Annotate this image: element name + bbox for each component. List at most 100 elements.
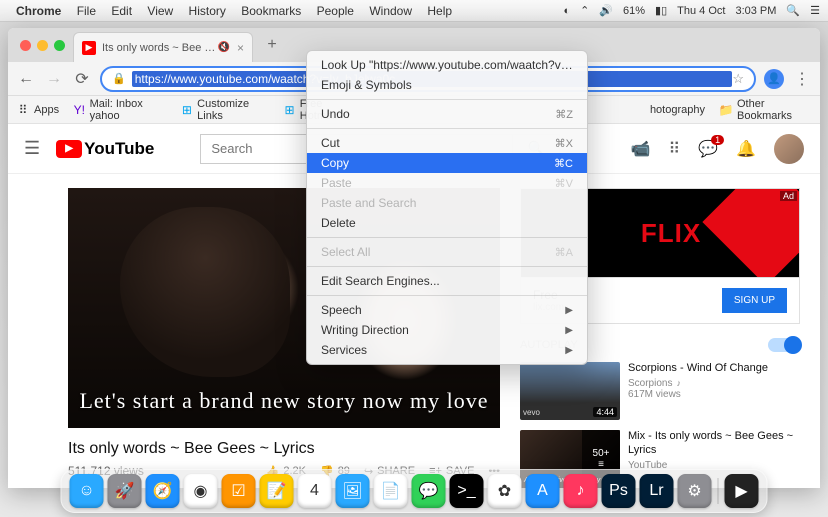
rec-thumbnail: vevo 4:44	[520, 362, 620, 420]
menubar-time[interactable]: 3:03 PM	[735, 5, 776, 17]
dock-app-safari[interactable]: 🧭	[146, 474, 180, 508]
user-avatar[interactable]	[774, 134, 804, 164]
apps-button[interactable]: ⠿Apps	[16, 103, 59, 117]
volume-icon[interactable]: 🔊	[599, 4, 613, 17]
submenu-arrow-icon: ▶	[565, 325, 573, 336]
chrome-menu-button[interactable]: ⋮	[792, 69, 812, 89]
reload-button[interactable]: ⟳	[72, 69, 92, 89]
dock-app-reminders[interactable]: ☑	[222, 474, 256, 508]
tab-title: Its only words ~ Bee Gees	[102, 42, 218, 54]
video-title: Its only words ~ Bee Gees ~ Lyrics	[68, 440, 500, 458]
dock-app-lightroom[interactable]: Lr	[640, 474, 674, 508]
bookmark-photography[interactable]: hotography	[650, 104, 705, 116]
header-actions: 📹 ⠿ 💬1 🔔	[631, 134, 804, 164]
close-window-button[interactable]	[20, 40, 31, 51]
status-cloud-icon[interactable]: ◐	[563, 5, 570, 17]
menu-undo[interactable]: Undo⌘Z	[307, 104, 587, 124]
menu-help[interactable]: Help	[427, 4, 452, 18]
dock-app-appstore[interactable]: A	[526, 474, 560, 508]
rec-channel: Scorpions♪	[628, 378, 800, 389]
dock-app-media-player[interactable]: ▶	[725, 474, 759, 508]
profile-button[interactable]: 👤	[764, 69, 784, 89]
menu-edit-engines[interactable]: Edit Search Engines...	[307, 271, 587, 291]
dock-app-messages[interactable]: 💬	[412, 474, 446, 508]
create-video-icon[interactable]: 📹	[631, 139, 651, 159]
rec-title: Mix - Its only words ~ Bee Gees ~ Lyrics	[628, 430, 800, 458]
macos-dock: ☺🚀🧭◉☑📝4🖼📄💬>_✿A♪PsLr⚙ ▶	[61, 469, 768, 513]
menu-view[interactable]: View	[147, 4, 173, 18]
dock-app-terminal[interactable]: >_	[450, 474, 484, 508]
autoplay-toggle[interactable]	[768, 338, 800, 352]
maximize-window-button[interactable]	[54, 40, 65, 51]
dock-app-preview[interactable]: 🖼	[336, 474, 370, 508]
apps-grid-icon[interactable]: ⠿	[668, 139, 680, 159]
menu-window[interactable]: Window	[369, 4, 412, 18]
menu-edit[interactable]: Edit	[111, 4, 132, 18]
youtube-logo[interactable]: ▶ YouTube	[56, 139, 154, 159]
hotmail-icon: ⊞	[283, 103, 296, 117]
context-menu: Look Up "https://www.youtube.com/waatch?…	[306, 50, 588, 365]
bookmark-customize[interactable]: ⊞Customize Links	[181, 98, 270, 122]
back-button[interactable]: ←	[16, 69, 36, 89]
rec-views: 617M views	[628, 389, 800, 400]
bookmark-mail[interactable]: Y!Mail: Inbox yahoo	[73, 98, 167, 122]
youtube-play-icon: ▶	[56, 140, 82, 158]
menu-file[interactable]: File	[77, 4, 96, 18]
other-bookmarks-button[interactable]: 📁Other Bookmarks	[719, 98, 812, 122]
bookmark-star-icon[interactable]: ☆	[732, 71, 744, 87]
dock-app-notes[interactable]: 📝	[260, 474, 294, 508]
menu-copy[interactable]: Copy⌘C	[307, 153, 587, 173]
windows-icon: ⊞	[181, 103, 194, 117]
menu-services[interactable]: Services▶	[307, 340, 587, 360]
menu-delete[interactable]: Delete	[307, 213, 587, 233]
browser-tab-active[interactable]: ▶ Its only words ~ Bee Gees 🔇 ×	[73, 32, 253, 62]
menu-history[interactable]: History	[189, 4, 226, 18]
spotlight-icon[interactable]: 🔍	[786, 4, 800, 17]
tab-close-icon[interactable]: ×	[237, 41, 244, 55]
duration-badge: 4:44	[593, 407, 617, 417]
menu-people[interactable]: People	[317, 4, 354, 18]
forward-button[interactable]: →	[44, 69, 64, 89]
menubar-date[interactable]: Thu 4 Oct	[677, 5, 725, 17]
apps-icon: ⠿	[16, 103, 30, 117]
menu-lookup[interactable]: Look Up "https://www.youtube.com/waatch?…	[307, 55, 587, 75]
menu-speech[interactable]: Speech▶	[307, 300, 587, 320]
dock-app-finder[interactable]: ☺	[70, 474, 104, 508]
tab-audio-icon[interactable]: 🔇	[218, 42, 230, 53]
battery-text: 61%	[623, 5, 645, 17]
ad-signup-button[interactable]: SIGN UP	[722, 288, 787, 313]
submenu-arrow-icon: ▶	[565, 345, 573, 356]
menu-cut[interactable]: Cut⌘X	[307, 133, 587, 153]
control-center-icon[interactable]: ☰	[810, 4, 820, 17]
recommendation-item[interactable]: vevo 4:44 Scorpions - Wind Of Change Sco…	[520, 362, 800, 420]
vevo-badge: vevo	[523, 408, 540, 417]
wifi-icon[interactable]: ⌃	[580, 4, 589, 17]
notifications-bell-icon[interactable]: 🔔	[736, 139, 756, 159]
hamburger-icon[interactable]: ☰	[24, 138, 40, 159]
music-note-icon: ♪	[676, 378, 681, 388]
window-controls	[20, 40, 65, 51]
dock-app-photoshop[interactable]: Ps	[602, 474, 636, 508]
menubar-left: Chrome File Edit View History Bookmarks …	[16, 4, 464, 18]
menu-select-all: Select All⌘A	[307, 242, 587, 262]
menubar-right: ◐ ⌃ 🔊 61% ▮▯ Thu 4 Oct 3:03 PM 🔍 ☰	[563, 4, 820, 17]
new-tab-button[interactable]: +	[259, 32, 285, 58]
menu-paste: Paste⌘V	[307, 173, 587, 193]
menu-emoji[interactable]: Emoji & Symbols	[307, 75, 587, 95]
yahoo-icon: Y!	[73, 103, 86, 117]
dock-app-launchpad[interactable]: 🚀	[108, 474, 142, 508]
notification-badge: 1	[711, 135, 724, 145]
menu-bookmarks[interactable]: Bookmarks	[241, 4, 301, 18]
minimize-window-button[interactable]	[37, 40, 48, 51]
battery-icon[interactable]: ▮▯	[655, 4, 667, 17]
dock-app-music[interactable]: ♪	[564, 474, 598, 508]
app-name[interactable]: Chrome	[16, 4, 61, 18]
dock-app-chrome[interactable]: ◉	[184, 474, 218, 508]
video-caption: Let's start a brand new story now my lov…	[68, 388, 500, 414]
messages-icon[interactable]: 💬1	[698, 139, 718, 159]
dock-app-textedit[interactable]: 📄	[374, 474, 408, 508]
dock-app-settings[interactable]: ⚙	[678, 474, 712, 508]
dock-app-photos[interactable]: ✿	[488, 474, 522, 508]
dock-app-calendar[interactable]: 4	[298, 474, 332, 508]
menu-writing-direction[interactable]: Writing Direction▶	[307, 320, 587, 340]
